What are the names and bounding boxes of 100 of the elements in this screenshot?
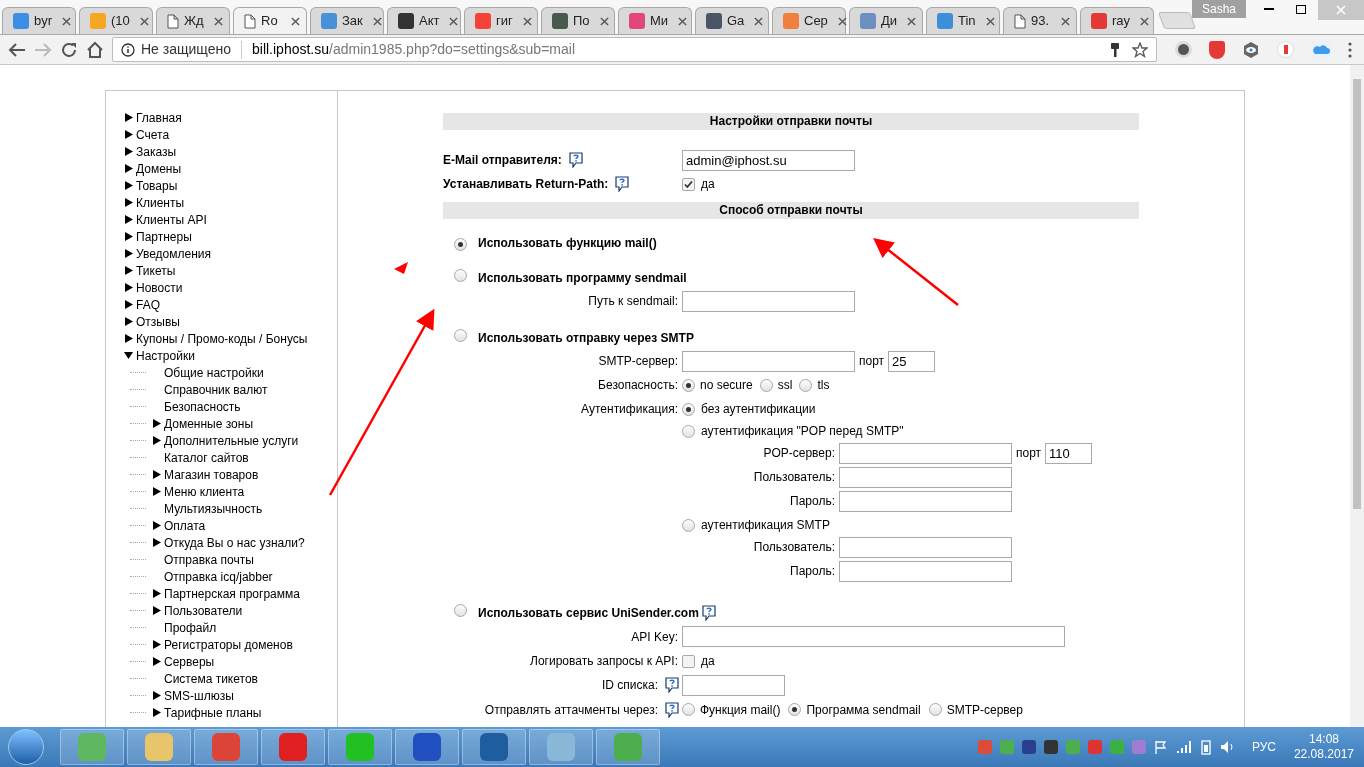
close-icon[interactable] bbox=[837, 16, 847, 26]
help-icon[interactable] bbox=[568, 152, 583, 168]
address-bar[interactable]: Не защищено bill.iphost.su/admin1985.php?do=settings&sub=mail bbox=[112, 37, 1157, 62]
close-icon[interactable] bbox=[985, 16, 995, 26]
taskbar-app-button[interactable] bbox=[261, 729, 325, 765]
sidebar-item[interactable]: Счета bbox=[136, 125, 170, 144]
sidebar-item[interactable]: Оплата bbox=[164, 516, 206, 535]
sidebar-item[interactable]: Магазин товаров bbox=[164, 465, 259, 484]
menu-icon[interactable] bbox=[1348, 41, 1352, 58]
sidebar-item[interactable]: Доменные зоны bbox=[164, 414, 254, 433]
text-field[interactable] bbox=[682, 350, 855, 372]
sidebar-item[interactable]: Безопасность bbox=[164, 397, 241, 416]
key-icon[interactable] bbox=[1110, 41, 1120, 58]
browser-tab[interactable]: (10 bbox=[79, 7, 153, 34]
browser-tab[interactable]: Ди bbox=[849, 7, 923, 34]
sidebar-item[interactable]: Тикеты bbox=[136, 261, 176, 280]
text-field[interactable] bbox=[839, 490, 1012, 512]
signal-icon[interactable] bbox=[1175, 740, 1192, 754]
browser-tab[interactable]: Ro bbox=[233, 7, 307, 34]
text-field[interactable]: 25 bbox=[888, 350, 936, 372]
reload-icon[interactable] bbox=[60, 40, 78, 59]
browser-tab[interactable]: Cep bbox=[772, 7, 846, 34]
close-icon[interactable] bbox=[1061, 16, 1070, 26]
expand-arrow-icon[interactable] bbox=[124, 147, 133, 156]
sidebar-item[interactable]: Отправка icq/jabber bbox=[164, 567, 273, 586]
browser-tab[interactable]: Зак bbox=[310, 7, 384, 34]
sidebar-item[interactable]: Партнеры bbox=[136, 227, 192, 246]
sidebar-item[interactable]: Новости bbox=[136, 278, 183, 297]
text-field[interactable]: 110 bbox=[1045, 442, 1093, 464]
close-icon[interactable] bbox=[291, 16, 300, 26]
expand-arrow-icon[interactable] bbox=[152, 521, 161, 530]
browser-tab[interactable]: Жд bbox=[156, 7, 230, 34]
radio-button[interactable] bbox=[928, 703, 942, 716]
sidebar-item[interactable]: Главная bbox=[136, 108, 182, 127]
start-button[interactable] bbox=[8, 729, 44, 765]
info-icon[interactable] bbox=[121, 42, 135, 57]
checkbox[interactable] bbox=[682, 177, 695, 191]
eye-icon[interactable] bbox=[1242, 40, 1260, 59]
sidebar-item[interactable]: Клиенты bbox=[136, 193, 185, 212]
clock[interactable]: 14:08 22.08.2017 bbox=[1293, 732, 1354, 762]
browser-tab[interactable]: byr bbox=[2, 7, 76, 34]
radio-button[interactable] bbox=[682, 703, 695, 716]
browser-tab[interactable]: гиг bbox=[464, 7, 538, 34]
browser-tab[interactable]: Ми bbox=[618, 7, 692, 34]
language-indicator[interactable]: РУС bbox=[1251, 738, 1276, 756]
sidebar-item[interactable]: Уведомления bbox=[136, 244, 212, 263]
sidebar-item[interactable]: Справочник валют bbox=[164, 380, 268, 399]
close-icon[interactable] bbox=[599, 16, 609, 26]
tray-icon[interactable] bbox=[1021, 740, 1036, 754]
sidebar-item[interactable]: Профайл bbox=[164, 618, 217, 637]
collapse-arrow-icon[interactable] bbox=[124, 351, 133, 360]
home-icon[interactable] bbox=[86, 40, 104, 59]
sidebar-item[interactable]: Меню клиента bbox=[164, 482, 245, 501]
taskbar-app-button[interactable] bbox=[395, 729, 459, 765]
sidebar-item[interactable]: Пользователи bbox=[164, 601, 243, 620]
extension-icon[interactable] bbox=[1175, 41, 1192, 58]
browser-tab[interactable]: Акт bbox=[387, 7, 461, 34]
expand-arrow-icon[interactable] bbox=[152, 487, 161, 496]
text-field[interactable] bbox=[839, 560, 1012, 582]
sidebar-item[interactable]: Серверы bbox=[164, 652, 215, 671]
close-icon[interactable] bbox=[372, 16, 382, 26]
sidebar-item[interactable]: Общие настройки bbox=[164, 363, 264, 382]
radio-button[interactable] bbox=[454, 604, 467, 617]
sidebar-item[interactable]: Система тикетов bbox=[164, 669, 258, 688]
back-icon[interactable] bbox=[8, 41, 26, 58]
expand-arrow-icon[interactable] bbox=[152, 436, 161, 445]
sidebar-item[interactable]: Откуда Вы о нас узнали? bbox=[164, 533, 305, 552]
close-icon[interactable] bbox=[907, 16, 917, 26]
expand-arrow-icon[interactable] bbox=[152, 606, 161, 615]
radio-button[interactable] bbox=[682, 402, 695, 416]
expand-arrow-icon[interactable] bbox=[124, 283, 133, 292]
sidebar-item[interactable]: Отзывы bbox=[136, 312, 180, 331]
radio-button[interactable] bbox=[454, 329, 467, 342]
text-field[interactable] bbox=[682, 626, 1065, 647]
sidebar-item[interactable]: Товары bbox=[136, 176, 178, 195]
browser-tab[interactable]: Tin bbox=[926, 7, 1000, 34]
close-icon[interactable] bbox=[62, 16, 72, 26]
sidebar-item[interactable]: Тарифные планы bbox=[164, 703, 262, 722]
close-icon[interactable] bbox=[1140, 16, 1150, 26]
extension-icon[interactable] bbox=[1277, 41, 1294, 58]
expand-arrow-icon[interactable] bbox=[124, 266, 133, 275]
expand-arrow-icon[interactable] bbox=[152, 691, 161, 700]
browser-tab[interactable]: ray bbox=[1080, 7, 1154, 34]
speaker-icon[interactable] bbox=[1219, 740, 1236, 754]
close-icon[interactable] bbox=[522, 16, 532, 26]
checkbox[interactable] bbox=[682, 654, 695, 668]
expand-arrow-icon[interactable] bbox=[152, 640, 161, 649]
text-field[interactable] bbox=[839, 442, 1012, 464]
help-icon[interactable] bbox=[615, 176, 630, 192]
scrollbar[interactable] bbox=[1350, 65, 1364, 727]
cloud-icon[interactable] bbox=[1311, 40, 1331, 59]
radio-button[interactable] bbox=[682, 424, 695, 438]
sidebar-item[interactable]: Клиенты API bbox=[136, 210, 207, 229]
radio-button[interactable] bbox=[454, 238, 467, 251]
browser-tab[interactable]: По bbox=[541, 7, 615, 34]
sidebar-item[interactable]: Дополнительные услуги bbox=[164, 431, 299, 450]
sidebar-item[interactable]: Отправка почты bbox=[164, 550, 254, 569]
browser-tab[interactable]: Ga bbox=[695, 7, 769, 34]
radio-button[interactable] bbox=[759, 378, 773, 392]
expand-arrow-icon[interactable] bbox=[152, 589, 161, 598]
